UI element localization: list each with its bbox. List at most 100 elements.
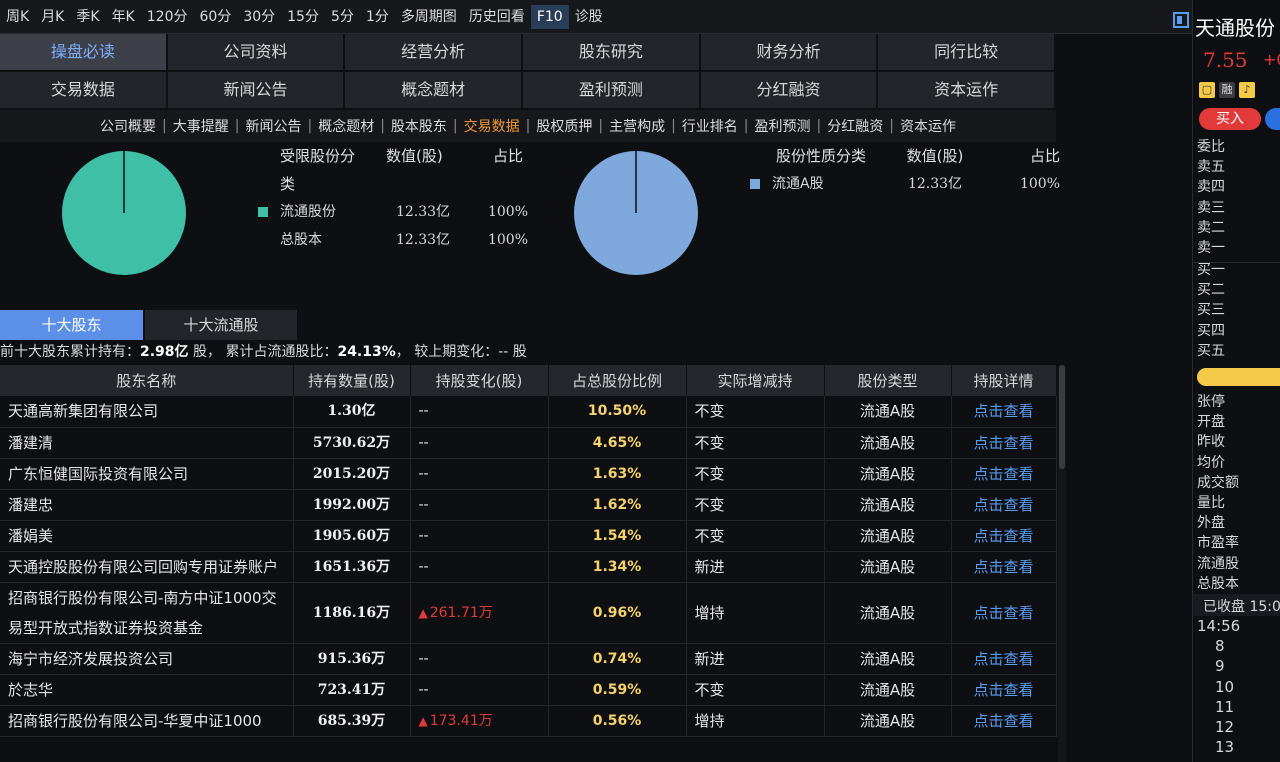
period-7[interactable]: 15分 [281,5,325,29]
holder-qty: 1905.60万 [293,520,411,552]
sub-nav-item-4[interactable]: 股本股东 [385,116,453,136]
holder-share-type: 流通A股 [824,643,952,675]
holder-qty: 1992.00万 [293,489,411,521]
table-row: 海宁市经济发展投资公司 915.36万 -- 0.74% 新进 流通A股 点击查看 [0,643,1057,675]
table-header-row: 股东名称 持有数量(股) 持股变化(股) 占总股份比例 实际增减持 股份类型 持股详情 [0,365,1057,396]
holder-share-type: 流通A股 [824,551,952,583]
holder-change: ▲ 173.41万 [410,705,549,737]
table-scrollbar[interactable] [1058,365,1066,762]
tab-top10-holders[interactable]: 十大股东 [0,310,143,340]
margin-icon[interactable]: 融 [1219,82,1235,98]
sub-nav-item-5[interactable]: 交易数据 [458,116,526,136]
holder-pct: 0.56% [548,705,687,737]
nav-tab-0-4[interactable]: 财务分析 [700,34,879,72]
holder-pct: 1.54% [548,520,687,552]
restricted-header-wrap: 类 [280,175,296,193]
holder-qty: 1.30亿 [293,396,411,428]
sub-nav-item-7[interactable]: 主营构成 [603,116,671,136]
holder-detail-link[interactable]: 点击查看 [951,643,1057,675]
period-0[interactable]: 周K [0,5,35,29]
holder-detail-link[interactable]: 点击查看 [951,551,1057,583]
nav-tab-0-3[interactable]: 股东研究 [523,34,701,72]
stock-name: 天通股份 [1195,16,1275,40]
nav-tab-1-1[interactable]: 新闻公告 [167,72,346,110]
holder-action: 不变 [686,489,825,521]
summary-suffix: ， 较上期变化：-- 股 [395,344,527,360]
holder-name: 於志华 [0,674,294,706]
bell-icon[interactable]: ♪ [1239,82,1255,98]
holder-detail-link[interactable]: 点击查看 [951,674,1057,706]
order_book_sell-item: 卖二 [1197,219,1225,236]
column-header: 占总股份比例 [548,365,687,396]
holder-detail-link[interactable]: 点击查看 [951,489,1057,521]
nav-tab-0-0[interactable]: 操盘必读 [0,34,168,72]
panel-toggle-icon[interactable] [1173,12,1189,28]
nature-header-pct: 占比 [1029,147,1060,165]
holder-detail-link[interactable]: 点击查看 [951,458,1057,490]
holder-detail-link[interactable]: 点击查看 [951,396,1057,428]
holder-share-type: 流通A股 [824,705,952,737]
sub-nav-item-3[interactable]: 概念题材 [312,116,380,136]
period-8[interactable]: 5分 [325,5,360,29]
order_book_sell-item: 卖五 [1197,159,1225,176]
order-book-buy: 买一 买二 买三 买四 买五 [1197,260,1225,361]
sub-nav-item-10[interactable]: 分红融资 [821,116,889,136]
legend-swatch [258,207,268,217]
holder-action: 新进 [686,551,825,583]
sub-nav-item-6[interactable]: 股权质押 [530,116,598,136]
time_list-item: 14:56 [1197,617,1241,635]
period-2[interactable]: 季K [70,5,105,29]
sub-nav-item-1[interactable]: 大事提醒 [167,116,235,136]
holder-change-value: -- [418,527,429,544]
table-row: 潘建清 5730.62万 -- 4.65% 不变 流通A股 点击查看 [0,427,1057,459]
holder-action: 不变 [686,396,825,428]
nav-tab-1-2[interactable]: 概念题材 [345,72,523,110]
holder-detail-link[interactable]: 点击查看 [951,427,1057,459]
sub-nav-item-9[interactable]: 盈利预测 [749,116,817,136]
holder-share-type: 流通A股 [824,427,952,459]
nav-tab-1-5[interactable]: 资本运作 [878,72,1056,110]
stats-item: 张停 [1197,394,1225,410]
order_book_sell-item: 委比 [1197,139,1225,155]
order_book_buy-item: 买一 [1197,262,1225,278]
sub-nav-item-0[interactable]: 公司概要 [94,116,162,136]
legend-pct: 100% [487,204,529,220]
nav-tab-0-2[interactable]: 经营分析 [345,34,523,72]
buy-button[interactable]: 买入 [1199,108,1261,130]
holder-qty: 723.41万 [293,674,411,706]
period-1[interactable]: 月K [35,5,70,29]
tab-top10-float-holders[interactable]: 十大流通股 [145,310,297,340]
nav-tab-1-0[interactable]: 交易数据 [0,72,168,110]
period-11[interactable]: 历史回看 [463,5,531,29]
period-9[interactable]: 1分 [360,5,395,29]
nav-tab-0-1[interactable]: 公司资料 [167,34,346,72]
sell-button[interactable] [1265,108,1280,130]
sub-nav-item-8[interactable]: 行业排名 [676,116,744,136]
column-header: 实际增减持 [686,365,825,396]
nav-tab-1-4[interactable]: 分红融资 [700,72,879,110]
period-5[interactable]: 60分 [193,5,237,29]
table-row: 招商银行股份有限公司-南方中证1000交易型开放式指数证券投资基金 1186.16… [0,582,1057,644]
holder-detail-link[interactable]: 点击查看 [951,520,1057,552]
legend-label: 流通股份 [280,204,336,220]
holder-name: 天通高新集团有限公司 [0,396,294,428]
nav-tab-1-3[interactable]: 盈利预测 [523,72,701,110]
scrollbar-thumb[interactable] [1059,365,1065,469]
nav-tab-0-5[interactable]: 同行比较 [878,34,1056,72]
holder-qty: 5730.62万 [293,427,411,459]
period-4[interactable]: 120分 [141,5,194,29]
stats-item: 昨收 [1197,434,1225,451]
holder-detail-link[interactable]: 点击查看 [951,705,1057,737]
period-12[interactable]: F10 [530,4,569,29]
sub-nav-item-11[interactable]: 资本运作 [894,116,962,136]
time_list-item: 10 [1215,677,1235,696]
notes-icon[interactable]: ▢ [1199,82,1215,98]
holder-detail-link[interactable]: 点击查看 [951,582,1057,644]
period-6[interactable]: 30分 [237,5,281,29]
holder-change-value: -- [418,465,429,482]
f10-sub-nav: 公司概要 | 大事提醒 | 新闻公告 | 概念题材 | 股本股东 | 交易数据 | 股权质押 | 主营构成 |… [0,110,1056,142]
period-10[interactable]: 多周期图 [395,5,463,29]
sub-nav-item-2[interactable]: 新闻公告 [239,116,307,136]
period-13[interactable]: 诊股 [569,5,609,29]
period-3[interactable]: 年K [106,5,141,29]
